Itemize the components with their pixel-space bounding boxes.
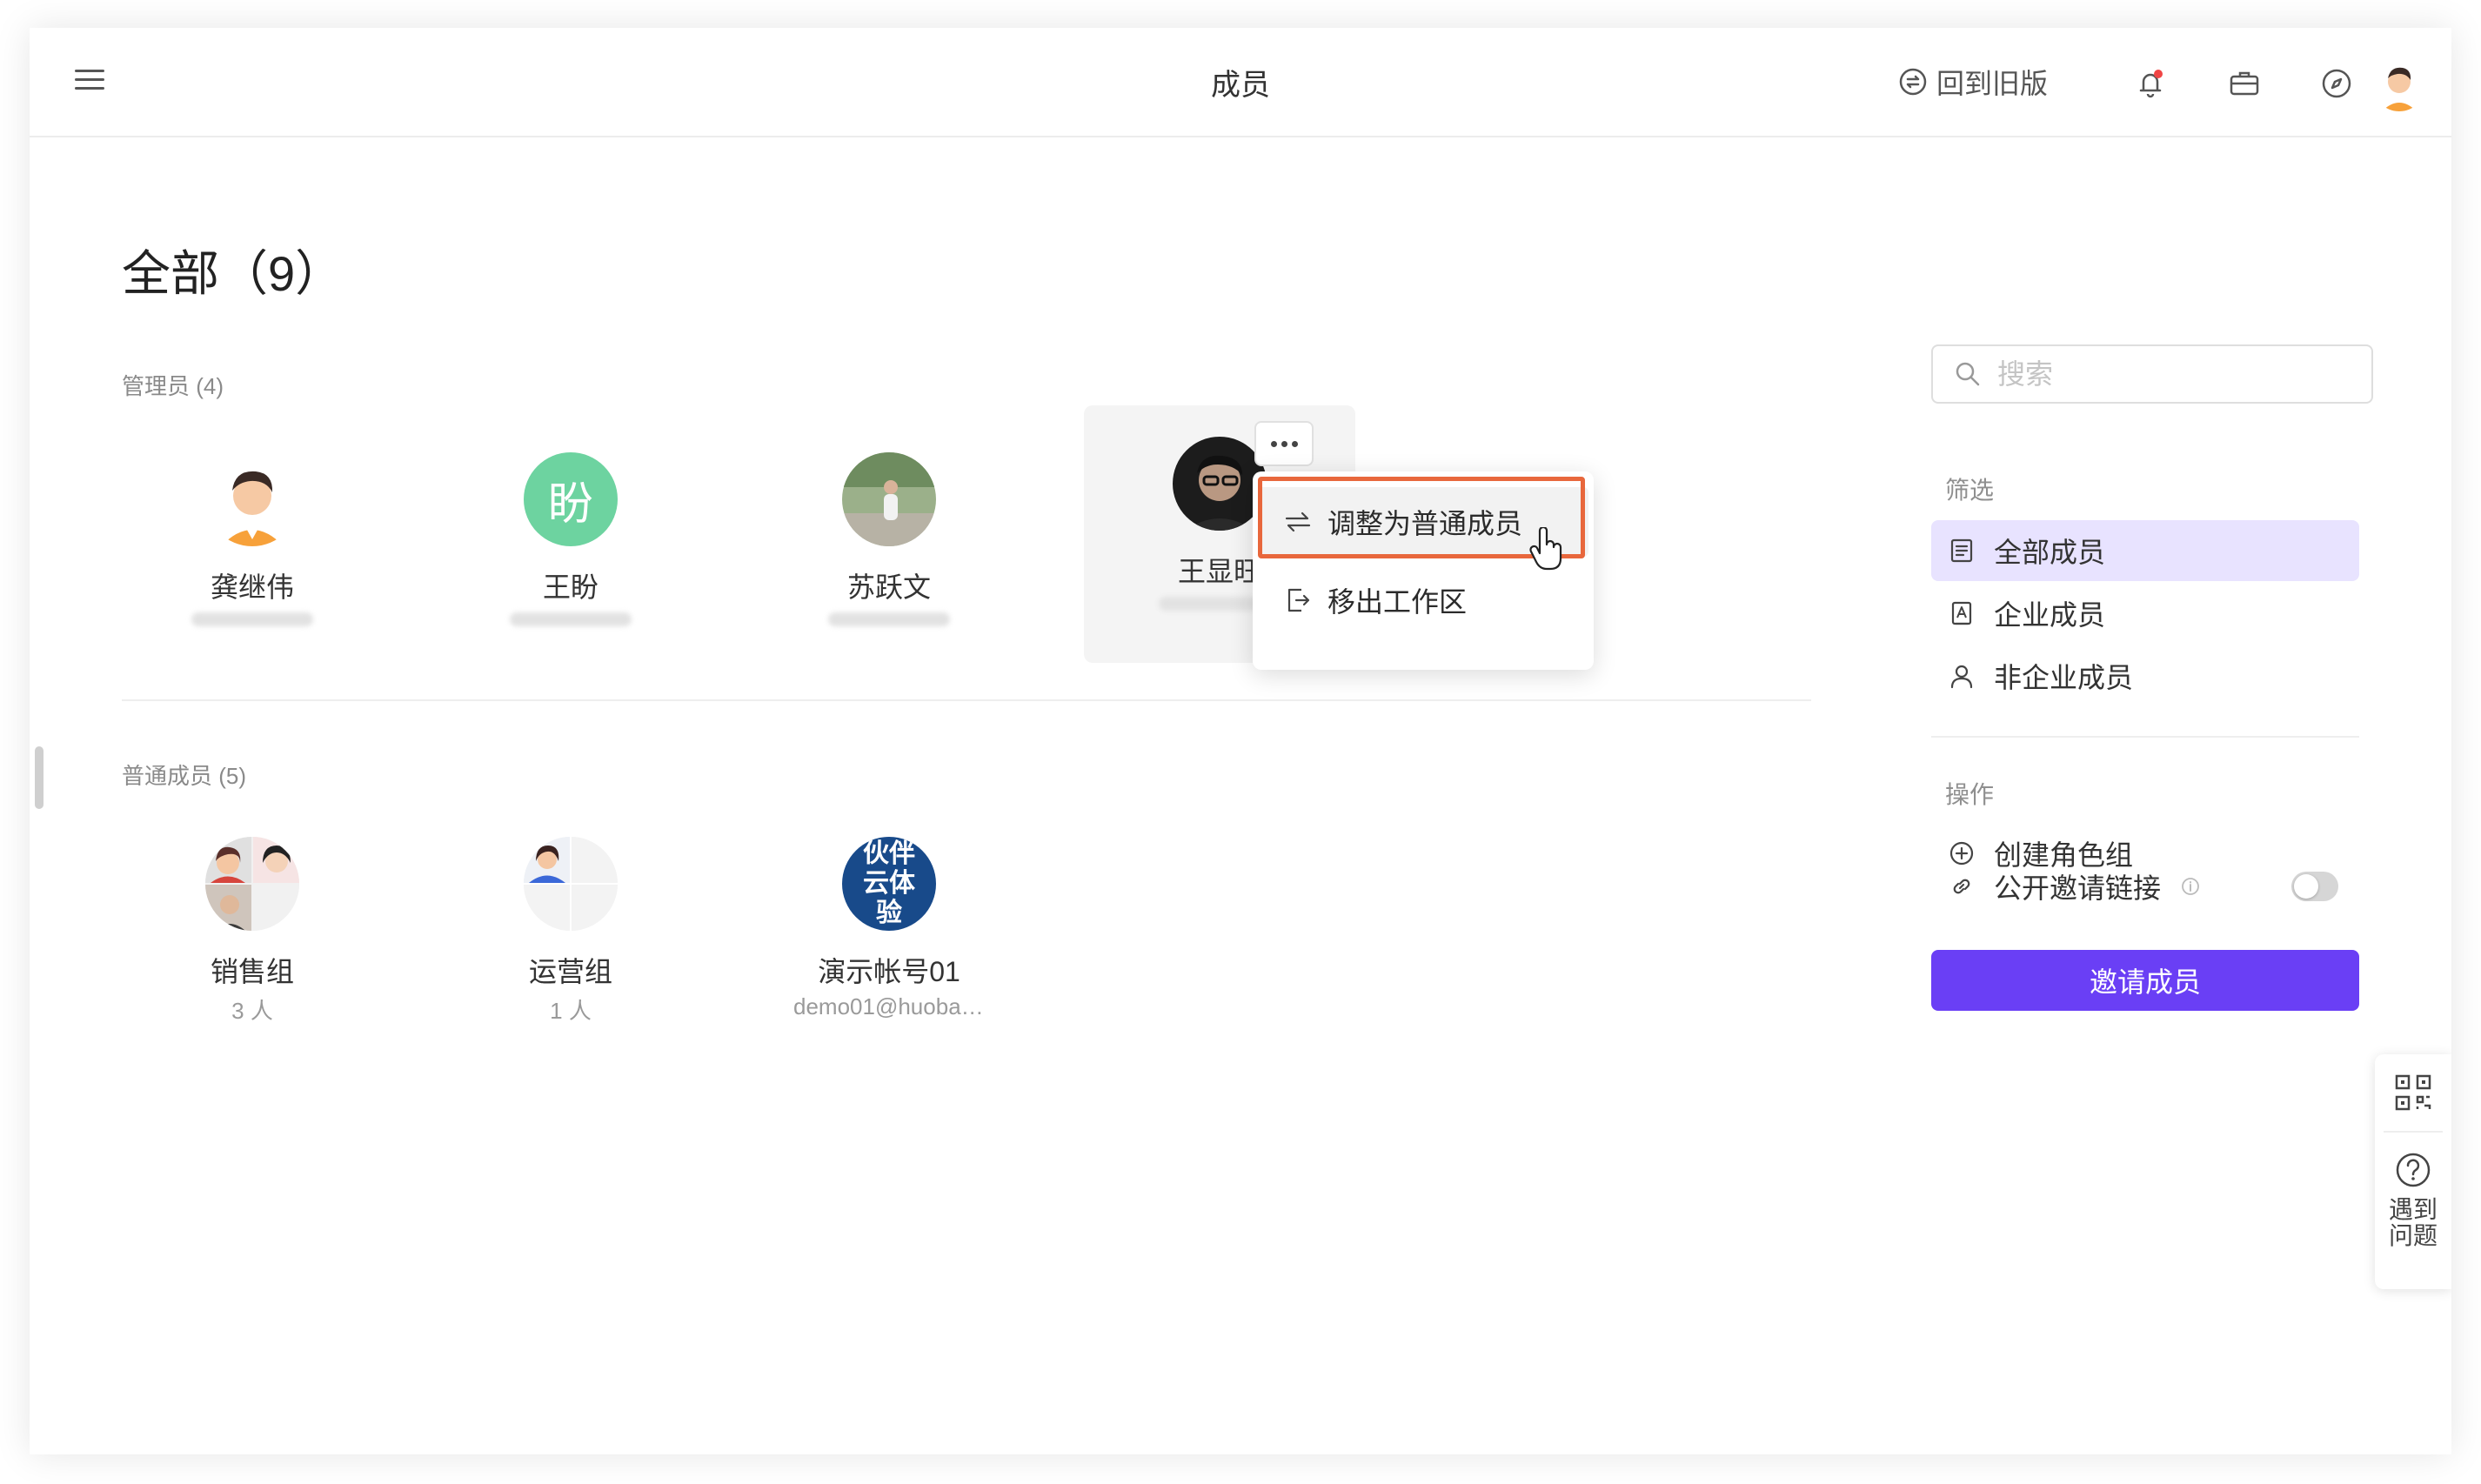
filter-section-label: 筛选 <box>1945 477 1995 504</box>
notification-dot <box>2154 70 2163 78</box>
filter-label: 企业成员 <box>1994 599 2106 631</box>
actions-section-label: 操作 <box>1945 781 1995 808</box>
admins-group-label: 管理员 (4) <box>122 373 224 399</box>
user-avatar[interactable] <box>2373 59 2425 111</box>
help-label: 遇到问题 <box>2388 1196 2438 1249</box>
action-label: 公开邀请链接 <box>1994 872 2162 904</box>
filter-enterprise-members[interactable]: 企业成员 <box>1931 583 2359 644</box>
member-phone-redacted <box>191 612 313 626</box>
scrollbar-handle[interactable] <box>35 746 43 809</box>
member-name: 龚继伟 <box>210 572 294 603</box>
compass-icon[interactable] <box>2319 66 2354 101</box>
public-invite-link-row: 公开邀请链接 <box>1931 856 2262 917</box>
remove-from-workspace-menu-item[interactable]: 移出工作区 <box>1258 565 1588 635</box>
member-count: 1 人 <box>550 998 592 1024</box>
member-name: 苏跃文 <box>846 572 931 603</box>
qr-code-icon[interactable] <box>2394 1073 2432 1112</box>
back-to-old-version-label: 回到旧版 <box>1936 68 2049 99</box>
page-title: 成员 <box>1211 69 1270 102</box>
group-avatar-icon <box>205 837 299 931</box>
filter-all-members[interactable]: 全部成员 <box>1931 520 2359 581</box>
member-card[interactable]: 伙伴云体验 演示帐号01 demo01@huoban.... <box>793 821 985 1047</box>
invite-link-toggle[interactable] <box>2291 872 2338 901</box>
bell-icon[interactable] <box>2133 66 2168 101</box>
briefcase-icon[interactable] <box>2227 66 2262 101</box>
filter-label: 全部成员 <box>1994 537 2106 568</box>
help-button[interactable]: 遇到问题 <box>2375 1148 2451 1279</box>
more-dot <box>1291 440 1298 447</box>
cartoon-man-avatar-icon <box>205 452 299 546</box>
link-icon <box>1953 879 1970 894</box>
search-box[interactable] <box>1931 344 2373 404</box>
more-dot <box>1281 440 1287 447</box>
member-email: demo01@huoban.... <box>793 993 985 1019</box>
filter-label: 非企业成员 <box>1994 662 2134 693</box>
search-icon <box>1956 362 1980 386</box>
member-card[interactable]: 苏跃文 <box>793 437 985 663</box>
member-name: 销售组 <box>210 956 294 987</box>
app-window: 成员 回到旧版 全部（9） 管理员 (4) 龚继伟 盼 王盼 苏跃文 王显旺 调… <box>30 28 2451 1454</box>
member-avatar: 伙伴云体验 <box>842 837 936 931</box>
member-card[interactable]: 运营组 1 人 <box>475 821 666 1047</box>
menu-item-label: 调整为普通成员 <box>1327 508 1523 539</box>
panel-divider <box>2384 1131 2443 1133</box>
member-name: 王盼 <box>542 572 599 603</box>
swap-circle-icon <box>1899 68 1927 96</box>
list-icon <box>1950 538 1973 563</box>
group-divider <box>122 699 1811 701</box>
hand-cursor-icon <box>1528 525 1566 572</box>
member-count: 3 人 <box>231 998 273 1024</box>
person-icon <box>1950 665 1973 689</box>
member-card[interactable]: 销售组 3 人 <box>157 821 348 1047</box>
photo-avatar-icon <box>842 452 936 546</box>
member-name: 运营组 <box>528 956 612 987</box>
group-avatar-icon <box>524 837 618 931</box>
top-header: 成员 回到旧版 <box>30 28 2451 137</box>
floating-help-panel: 遇到问题 <box>2375 1054 2451 1289</box>
enterprise-icon <box>1951 601 1972 625</box>
member-name: 演示帐号01 <box>818 956 960 987</box>
swap-icon <box>1285 511 1311 532</box>
member-phone-redacted <box>828 612 950 626</box>
more-options-button[interactable] <box>1254 421 1314 466</box>
regular-group-label: 普通成员 (5) <box>122 763 247 789</box>
member-card[interactable]: 龚继伟 <box>157 437 348 663</box>
sidebar-divider <box>1931 736 2359 738</box>
section-title: 全部（9） <box>122 246 344 301</box>
menu-item-label: 移出工作区 <box>1327 586 1468 618</box>
toggle-knob <box>2294 874 2318 899</box>
more-dot <box>1270 440 1277 447</box>
member-card[interactable]: 盼 王盼 <box>475 437 666 663</box>
exit-icon <box>1287 588 1310 612</box>
info-icon[interactable] <box>2180 876 2201 897</box>
search-input[interactable] <box>1996 357 2364 391</box>
member-phone-redacted <box>510 612 632 626</box>
back-to-old-version-button[interactable]: 回到旧版 <box>1898 64 2048 99</box>
invite-member-button[interactable]: 邀请成员 <box>1931 950 2359 1011</box>
member-avatar: 盼 <box>524 452 618 546</box>
question-icon <box>2396 1153 2431 1187</box>
filter-non-enterprise-members[interactable]: 非企业成员 <box>1931 645 2359 706</box>
